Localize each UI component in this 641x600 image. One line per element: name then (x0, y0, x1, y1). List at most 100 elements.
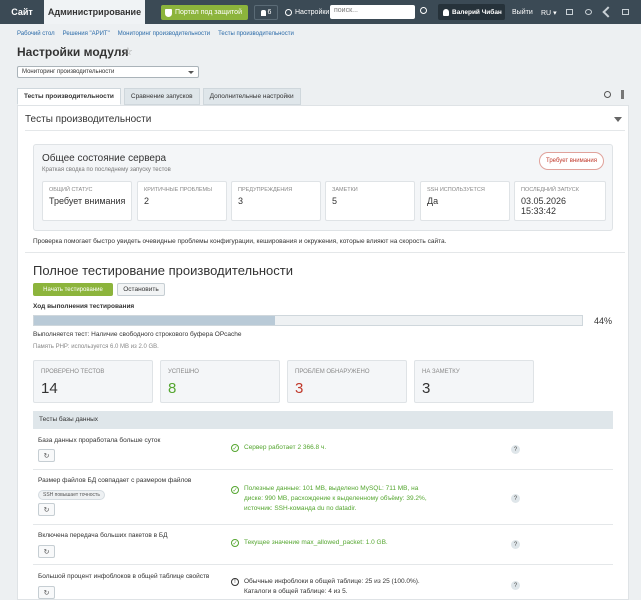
db-tests-header: Тесты базы данных (33, 411, 613, 429)
rerun-button[interactable]: ↻ (38, 449, 55, 462)
help-icon[interactable]: ? (511, 540, 520, 549)
count-label: На заметку (422, 369, 460, 375)
start-test-button[interactable]: Начать тестирование (33, 283, 113, 296)
portal-protected-button[interactable]: Портал под защитой (161, 5, 248, 20)
progress-fill (34, 316, 276, 325)
site-tab[interactable]: Сайт (0, 0, 44, 24)
current-test-text: Выполняется тест: Наличие свободного стр… (33, 331, 242, 338)
test-result: Полезные данные: 101 MB, выделено MySQL:… (244, 485, 427, 512)
test-result: Текущее значение max_allowed_packet: 1.0… (244, 539, 388, 546)
test-name: База данных проработала больше суток (38, 437, 161, 444)
settings-label: Настройки (295, 9, 330, 16)
help-topbar-icon[interactable] (622, 9, 629, 15)
gear-icon[interactable] (604, 91, 611, 98)
test-name: Большой процент инфоблоков в общей табли… (38, 573, 210, 580)
progress-percent: 44% (594, 316, 613, 326)
table-row: База данных проработала больше суток ↻ ✓… (33, 429, 613, 470)
stat-warnings: Предупреждения 3 (231, 181, 321, 221)
divider (25, 130, 625, 131)
full-test-title: Полное тестирование производительности (33, 263, 293, 278)
notifications-button[interactable]: 6 (254, 5, 278, 20)
star-icon[interactable]: ☆ (123, 45, 133, 58)
window-icon[interactable] (566, 9, 573, 15)
server-status-title: Общее состояние сервера (42, 153, 167, 164)
search-input[interactable]: поиск... (330, 5, 415, 19)
check-icon: ✓ (231, 539, 239, 547)
php-memory-text: Память PHP: используется 6.0 MB из 2.0 G… (33, 344, 159, 350)
notifications-count: 6 (267, 9, 272, 16)
stat-overall-status: Общий статус Требует внимания (42, 181, 132, 221)
progress-bar (33, 315, 583, 326)
check-icon: ✓ (231, 486, 239, 494)
stat-value: 3 (238, 196, 244, 206)
module-tabs: Тесты производительности Сравнение запус… (17, 88, 301, 105)
ssh-tag: SSH повышает точность (38, 490, 105, 500)
rerun-button[interactable]: ↻ (38, 545, 55, 558)
stat-label: Критичные проблемы (144, 187, 212, 193)
user-name: Валерий Чибан (452, 8, 502, 16)
stat-value: 03.05.2026 15:33:42 (521, 196, 567, 216)
test-result: Обычные инфоблоки в общей таблице: 25 из… (244, 578, 420, 595)
table-row: Включена передача больших пакетов в БД ↻… (33, 525, 613, 565)
count-checked: Проверено тестов 14 (33, 360, 153, 403)
count-label: Успешно (168, 369, 199, 375)
tab-performance-tests[interactable]: Тесты производительности (17, 88, 121, 105)
stat-notes: Заметки 5 (325, 181, 415, 221)
stop-test-button[interactable]: Остановить (117, 283, 165, 296)
admin-tab[interactable]: Администрирование (44, 0, 145, 24)
rerun-button[interactable]: ↻ (38, 503, 55, 516)
shield-icon (165, 8, 172, 17)
help-icon[interactable]: ? (511, 581, 520, 590)
module-select[interactable]: Мониторинг производительности (17, 66, 199, 78)
breadcrumb-item[interactable]: Рабочий стол (17, 31, 55, 37)
gear-icon (285, 9, 292, 16)
tab-extra-settings[interactable]: Дополнительные настройки (202, 88, 301, 105)
progress-label: Ход выполнения тестирования (33, 303, 135, 310)
table-row: Большой процент инфоблоков в общей табли… (33, 565, 613, 600)
pin-icon[interactable] (621, 90, 624, 99)
count-notes: На заметку 3 (414, 360, 534, 403)
stat-label: SSH используется (427, 187, 485, 193)
stat-last-run: Последний запуск 03.05.2026 15:33:42 (514, 181, 606, 221)
pin-icon[interactable] (585, 9, 592, 15)
stat-label: Предупреждения (238, 187, 293, 193)
breadcrumb-item[interactable]: Решения "АРИТ" (63, 31, 110, 37)
rerun-button[interactable]: ↻ (38, 586, 55, 599)
hint-text: Проверка помогает быстро увидеть очевидн… (33, 238, 447, 245)
test-name: Включена передача больших пакетов в БД (38, 532, 168, 539)
stat-ssh: SSH используется Да (420, 181, 510, 221)
stat-critical: Критичные проблемы 2 (137, 181, 227, 221)
portal-button-label: Портал под защитой (175, 9, 242, 16)
server-status-subtitle: Краткая сводка по последнему запуску тес… (42, 167, 171, 173)
warning-icon: ! (231, 578, 239, 586)
count-label: Проверено тестов (41, 369, 105, 375)
user-icon (443, 8, 449, 16)
stat-label: Общий статус (49, 187, 93, 193)
breadcrumb: Рабочий стол Решения "АРИТ" Мониторинг п… (17, 31, 294, 37)
tab-compare-runs[interactable]: Сравнение запусков (123, 88, 200, 105)
exit-link[interactable]: Выйти (512, 9, 533, 16)
stat-label: Заметки (332, 187, 358, 193)
search-icon[interactable] (420, 7, 427, 14)
check-icon: ✓ (231, 444, 239, 452)
help-icon[interactable]: ? (511, 445, 520, 454)
table-row: Размер файлов БД совпадает с размером фа… (33, 470, 613, 525)
settings-link[interactable]: Настройки (285, 5, 329, 20)
breadcrumb-item[interactable]: Мониторинг производительности (118, 31, 210, 37)
page-title: Настройки модуля (17, 45, 129, 59)
language-select[interactable]: RU ▾ (541, 9, 557, 17)
count-value: 3 (295, 380, 304, 397)
chevron-down-icon[interactable] (614, 117, 622, 126)
help-icon[interactable]: ? (511, 494, 520, 503)
stat-value: 2 (144, 196, 150, 206)
bell-icon (260, 9, 266, 16)
count-problems: Проблем обнаружено 3 (287, 360, 407, 403)
status-badge: Требует внимания (539, 152, 604, 170)
user-button[interactable]: Валерий Чибан (438, 4, 505, 20)
count-value: 8 (168, 380, 177, 397)
test-result: Сервер работает 2 366.8 ч. (244, 444, 327, 451)
breadcrumb-item[interactable]: Тесты производительности (218, 31, 294, 37)
count-success: Успешно 8 (160, 360, 280, 403)
language-label: RU (541, 10, 552, 17)
count-value: 14 (41, 380, 58, 397)
